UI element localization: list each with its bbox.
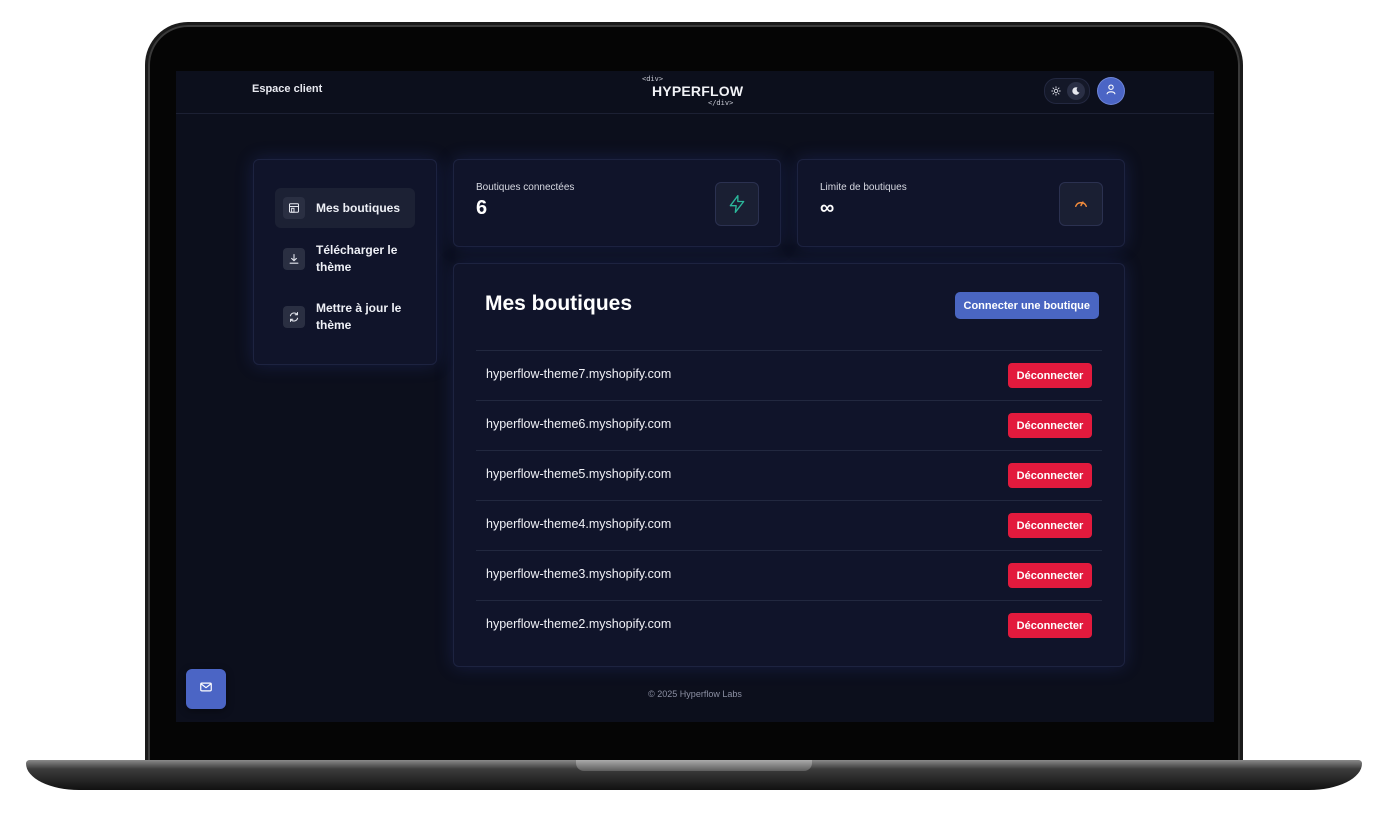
sidebar-item-mettre-a-jour[interactable]: Mettre à jour le thème bbox=[275, 290, 415, 344]
disconnect-button[interactable]: Déconnecter bbox=[1008, 413, 1092, 438]
list-item: hyperflow-theme5.myshopify.com Déconnect… bbox=[476, 450, 1102, 500]
shop-domain: hyperflow-theme5.myshopify.com bbox=[486, 467, 672, 481]
gauge-icon bbox=[1059, 182, 1103, 226]
list-item: hyperflow-theme7.myshopify.com Déconnect… bbox=[476, 350, 1102, 400]
list-item: hyperflow-theme2.myshopify.com Déconnect… bbox=[476, 600, 1102, 650]
list-item: hyperflow-theme4.myshopify.com Déconnect… bbox=[476, 500, 1102, 550]
shop-domain: hyperflow-theme2.myshopify.com bbox=[486, 617, 672, 631]
disconnect-button[interactable]: Déconnecter bbox=[1008, 513, 1092, 538]
connect-shop-button[interactable]: Connecter une boutique bbox=[954, 292, 1099, 319]
logo-close-tag: </div> bbox=[708, 99, 734, 107]
sidebar-item-label: Mettre à jour le thème bbox=[316, 301, 402, 332]
footer-copyright: © 2025 Hyperflow Labs bbox=[648, 689, 742, 699]
stat-value: 6 bbox=[476, 197, 488, 219]
sidebar-item-label: Télécharger le thème bbox=[316, 243, 398, 274]
disconnect-button[interactable]: Déconnecter bbox=[1008, 563, 1092, 588]
sun-icon[interactable] bbox=[1047, 82, 1065, 100]
contact-button[interactable] bbox=[186, 669, 226, 709]
sidebar: Mes boutiques Télécharger le thème Mettr… bbox=[253, 159, 437, 365]
moon-icon[interactable] bbox=[1067, 82, 1085, 100]
lightning-icon bbox=[715, 182, 759, 226]
shop-domain: hyperflow-theme7.myshopify.com bbox=[486, 367, 672, 381]
stat-label: Boutiques connectées bbox=[476, 182, 575, 193]
disconnect-button[interactable]: Déconnecter bbox=[1008, 463, 1092, 488]
store-icon bbox=[283, 197, 305, 219]
user-icon bbox=[1105, 82, 1117, 100]
shop-domain: hyperflow-theme6.myshopify.com bbox=[486, 417, 672, 431]
mail-icon bbox=[199, 680, 213, 699]
top-bar: Espace client <div> HYPERFLOW </div> bbox=[176, 71, 1214, 114]
sidebar-item-mes-boutiques[interactable]: Mes boutiques bbox=[275, 188, 415, 228]
laptop-notch bbox=[576, 760, 812, 771]
download-icon bbox=[283, 248, 305, 270]
stat-value: ∞ bbox=[820, 197, 835, 219]
screen: Espace client <div> HYPERFLOW </div> Mes… bbox=[176, 71, 1214, 722]
stat-card-connected: Boutiques connectées 6 bbox=[453, 159, 781, 247]
shops-card: Mes boutiques Connecter une boutique hyp… bbox=[453, 263, 1125, 667]
sidebar-item-label: Mes boutiques bbox=[316, 200, 401, 215]
avatar[interactable] bbox=[1098, 78, 1124, 104]
stat-label: Limite de boutiques bbox=[820, 182, 907, 193]
sidebar-item-telecharger[interactable]: Télécharger le thème bbox=[275, 232, 415, 286]
shop-domain: hyperflow-theme4.myshopify.com bbox=[486, 517, 672, 531]
disconnect-button[interactable]: Déconnecter bbox=[1008, 363, 1092, 388]
logo-open-tag: <div> bbox=[642, 75, 664, 83]
stat-card-limit: Limite de boutiques ∞ bbox=[797, 159, 1125, 247]
list-item: hyperflow-theme3.myshopify.com Déconnect… bbox=[476, 550, 1102, 600]
shop-list: hyperflow-theme7.myshopify.com Déconnect… bbox=[476, 350, 1102, 650]
logo[interactable]: <div> HYPERFLOW </div> bbox=[642, 75, 744, 109]
shop-domain: hyperflow-theme3.myshopify.com bbox=[486, 567, 672, 581]
refresh-icon bbox=[283, 306, 305, 328]
page-title: Espace client bbox=[252, 83, 323, 95]
shops-title: Mes boutiques bbox=[485, 292, 633, 315]
logo-name: HYPERFLOW bbox=[652, 83, 744, 99]
disconnect-button[interactable]: Déconnecter bbox=[1008, 613, 1092, 638]
list-item: hyperflow-theme6.myshopify.com Déconnect… bbox=[476, 400, 1102, 450]
theme-toggle[interactable] bbox=[1044, 78, 1090, 104]
